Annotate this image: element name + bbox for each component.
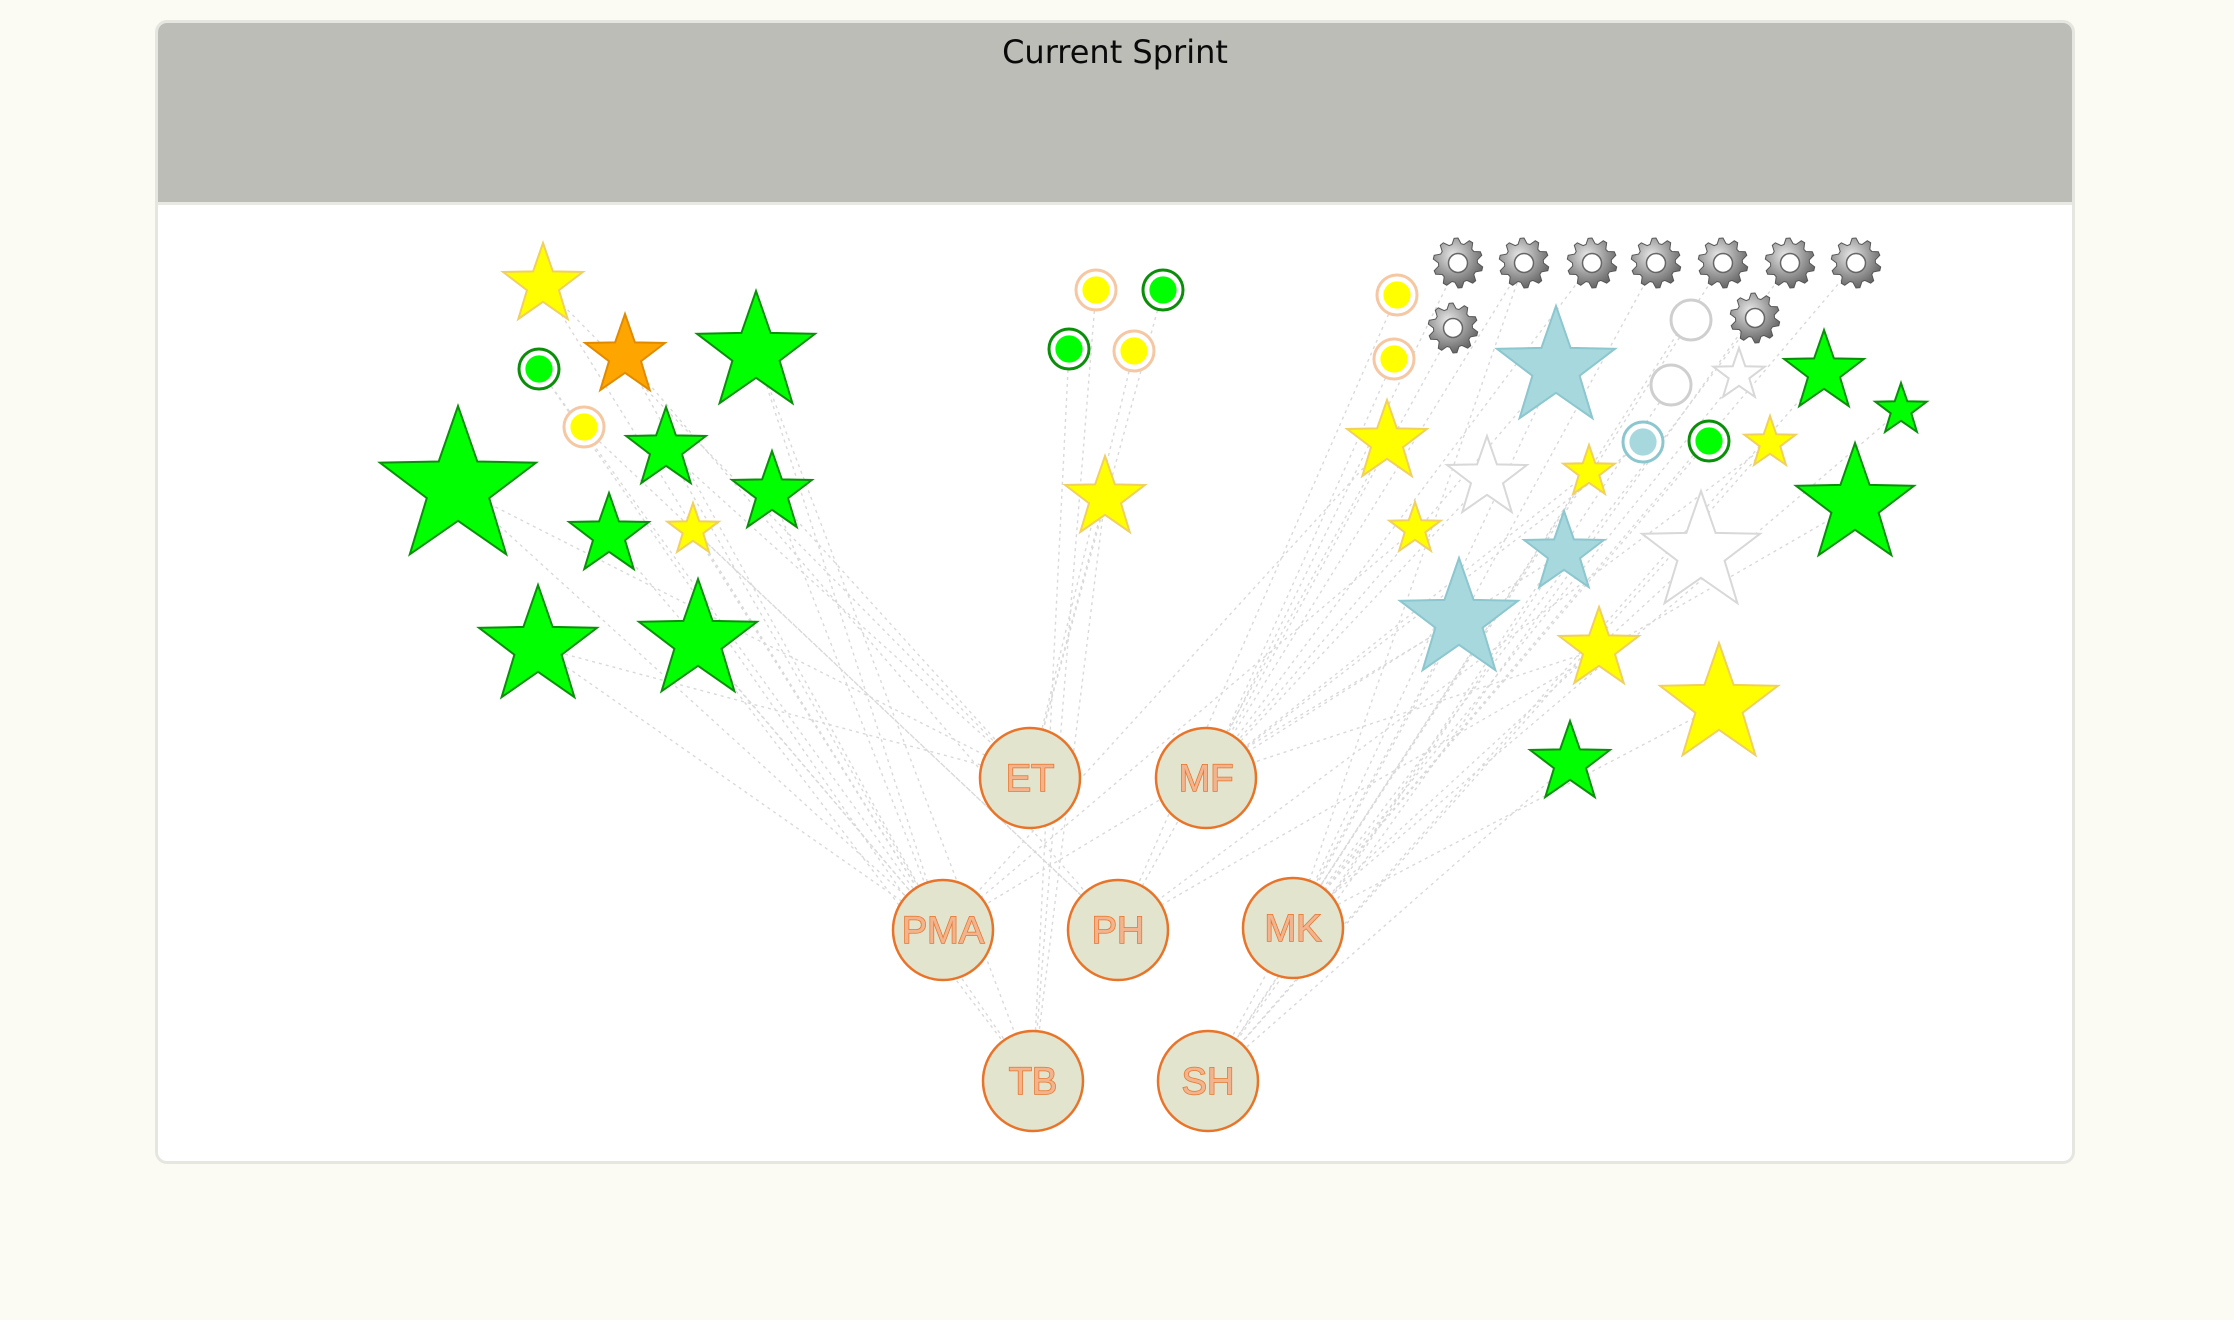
story-star-icon[interactable] [1710, 344, 1768, 400]
story-star-icon[interactable] [729, 447, 815, 530]
work-items [377, 237, 1930, 800]
gear-icon[interactable] [1764, 237, 1816, 289]
story-star-icon[interactable] [566, 489, 652, 572]
gear-icon[interactable] [1630, 237, 1682, 289]
task-ring-icon[interactable] [517, 347, 561, 391]
team-member-node[interactable]: SH [1156, 1029, 1260, 1133]
assignment-link [1205, 262, 1525, 779]
task-ring-icon[interactable] [1047, 327, 1091, 371]
task-ring-icon[interactable] [1375, 273, 1419, 317]
assignment-link [1207, 552, 1565, 1082]
gear-icon[interactable] [1830, 237, 1882, 289]
team-member-node[interactable]: PH [1066, 878, 1170, 982]
story-star-icon[interactable] [1793, 439, 1917, 558]
sprint-board-panel: Current Sprint ET MF PMA PH MK TB SH [155, 20, 2075, 1164]
story-star-icon[interactable] [636, 575, 760, 694]
task-ring-icon[interactable] [1649, 363, 1693, 407]
gear-icon[interactable] [1432, 237, 1484, 289]
gear-icon[interactable] [1566, 237, 1618, 289]
team-member-node[interactable]: ET [978, 726, 1082, 830]
story-star-icon[interactable] [1521, 507, 1607, 590]
story-star-icon[interactable] [1741, 412, 1799, 468]
story-star-icon[interactable] [377, 402, 539, 557]
task-ring-icon[interactable] [1669, 298, 1713, 342]
story-star-icon[interactable] [1639, 487, 1763, 606]
story-star-icon[interactable] [1494, 302, 1618, 421]
story-star-icon[interactable] [500, 239, 586, 322]
story-star-icon[interactable] [694, 287, 818, 406]
assignment-link [755, 352, 944, 931]
task-ring-icon[interactable] [1112, 329, 1156, 373]
sprint-graph: ET MF PMA PH MK TB SH [377, 237, 1930, 1133]
assignment-link [583, 426, 1119, 931]
assignment-link [1029, 350, 1135, 779]
assignment-link [537, 646, 944, 931]
assignment-link [1205, 358, 1395, 779]
assignment-link [1292, 262, 1657, 929]
member-initials: PH [1092, 910, 1145, 952]
team-member-node[interactable]: TB [981, 1029, 1085, 1133]
assignment-link [537, 646, 1031, 779]
member-initials: MK [1265, 908, 1322, 950]
assignment-link [1117, 441, 1388, 931]
member-initials: PMA [902, 910, 985, 952]
assignment-link [697, 640, 944, 931]
member-initials: TB [1009, 1061, 1058, 1103]
team-members: ET MF PMA PH MK TB SH [891, 726, 1345, 1133]
member-initials: SH [1182, 1061, 1235, 1103]
team-member-node[interactable]: MK [1241, 876, 1345, 980]
gear-icon[interactable] [1427, 302, 1479, 354]
story-star-icon[interactable] [1527, 717, 1613, 800]
story-star-icon[interactable] [623, 403, 709, 486]
assignment-link [1207, 619, 1460, 1082]
team-member-node[interactable]: PMA [891, 878, 995, 982]
assignment-link [771, 492, 944, 931]
member-initials: ET [1006, 758, 1055, 800]
task-ring-icon[interactable] [1372, 337, 1416, 381]
assignment-link [1032, 348, 1070, 1082]
assignment-link [1292, 367, 1557, 929]
assignment-link [697, 640, 1034, 1082]
team-member-node[interactable]: MF [1154, 726, 1258, 830]
assignment-link [1205, 327, 1454, 779]
assignment-link [1117, 294, 1398, 931]
assignment-link [457, 487, 944, 931]
story-star-icon[interactable] [1444, 432, 1530, 515]
gear-icon[interactable] [1697, 237, 1749, 289]
story-star-icon[interactable] [582, 310, 668, 393]
gear-icon[interactable] [1498, 237, 1550, 289]
task-ring-icon[interactable] [562, 405, 606, 449]
member-initials: MF [1179, 758, 1234, 800]
story-star-icon[interactable] [1657, 639, 1781, 758]
assignment-link [665, 448, 1031, 779]
task-ring-icon[interactable] [1687, 419, 1731, 463]
task-ring-icon[interactable] [1074, 268, 1118, 312]
assignment-link [755, 352, 1034, 1082]
task-ring-icon[interactable] [1621, 420, 1665, 464]
story-star-icon[interactable] [1781, 326, 1867, 409]
gear-icon[interactable] [1729, 292, 1781, 344]
assignment-link [1292, 374, 1740, 929]
task-ring-icon[interactable] [1141, 268, 1185, 312]
story-star-icon[interactable] [476, 581, 600, 700]
assignment-link [538, 368, 944, 931]
